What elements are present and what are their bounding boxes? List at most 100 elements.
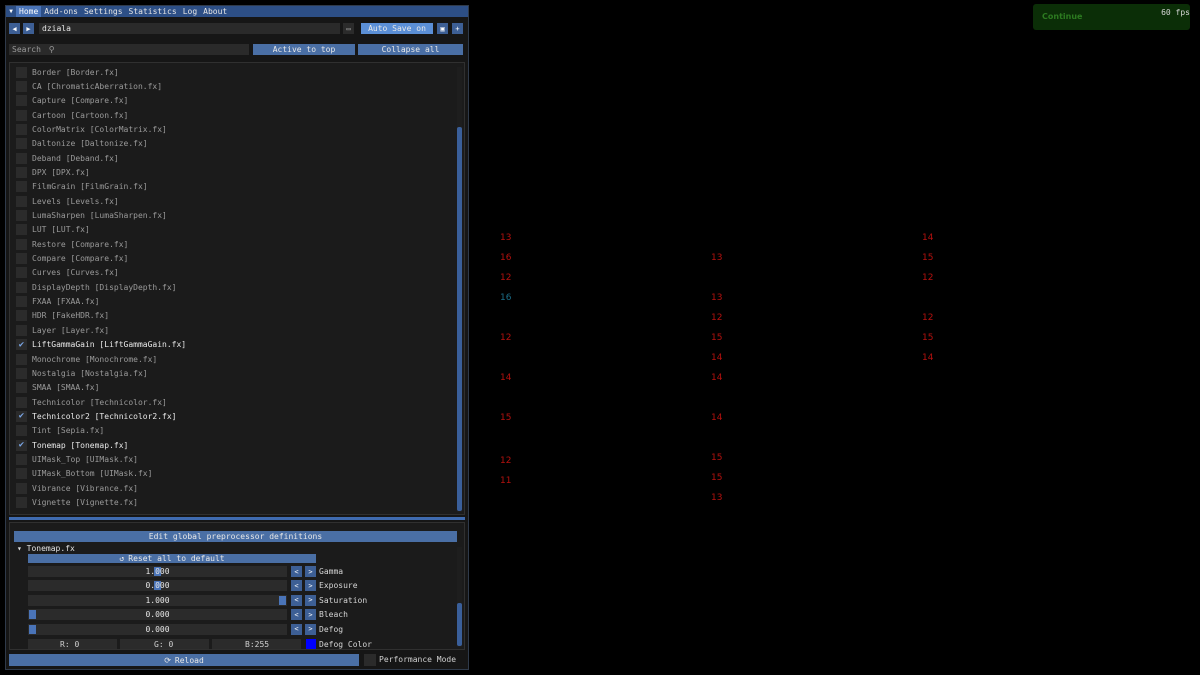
effect-checkbox[interactable] xyxy=(16,353,27,365)
reset-all-button[interactable]: ↺ Reset all to default xyxy=(28,554,316,563)
tab-log[interactable]: Log xyxy=(180,6,200,17)
effect-row[interactable]: DisplayDepth [DisplayDepth.fx] xyxy=(16,281,177,293)
checkmark-icon[interactable]: ✔ xyxy=(16,410,27,422)
color-r-field[interactable]: R: 0 xyxy=(28,639,117,649)
effect-checkbox[interactable] xyxy=(16,281,27,293)
effect-row[interactable]: Levels [Levels.fx] xyxy=(16,195,119,207)
effect-checkbox[interactable] xyxy=(16,166,27,178)
effect-checkbox[interactable] xyxy=(16,123,27,135)
decrement-gamma-button[interactable]: < xyxy=(291,566,302,577)
effect-list-scroll-thumb[interactable] xyxy=(457,127,462,511)
active-to-top-button[interactable]: Active to top xyxy=(253,44,355,55)
slider-knob[interactable] xyxy=(279,595,286,605)
effect-row[interactable]: Deband [Deband.fx] xyxy=(16,152,119,164)
effect-row[interactable]: DPX [DPX.fx] xyxy=(16,166,90,178)
decrement-defog-button[interactable]: < xyxy=(291,623,302,635)
decrement-bleach-button[interactable]: < xyxy=(291,609,302,621)
effect-row[interactable]: HDR [FakeHDR.fx] xyxy=(16,310,109,322)
effect-row[interactable]: ColorMatrix [ColorMatrix.fx] xyxy=(16,123,167,135)
tab-about[interactable]: About xyxy=(200,6,230,17)
preset-name-field[interactable]: dziala xyxy=(39,23,340,34)
checkmark-icon[interactable]: ✔ xyxy=(16,439,27,451)
slider-defog[interactable]: 0.000 xyxy=(28,623,287,635)
collapse-all-button[interactable]: Collapse all xyxy=(358,44,463,55)
checkmark-icon[interactable]: ✔ xyxy=(16,339,27,351)
effect-row[interactable]: LUT [LUT.fx] xyxy=(16,224,90,236)
effect-list-scrollbar[interactable] xyxy=(457,67,462,512)
auto-save-button[interactable]: Auto Save on xyxy=(361,23,433,34)
previous-preset-button[interactable]: ◀ xyxy=(9,23,20,34)
effect-checkbox[interactable] xyxy=(16,453,27,465)
effect-row[interactable]: UIMask_Bottom [UIMask.fx] xyxy=(16,468,152,480)
increment-exposure-button[interactable]: > xyxy=(305,580,316,592)
parameters-panel[interactable]: Edit global preprocessor definitions ▾ T… xyxy=(9,522,465,650)
effect-row[interactable]: Cartoon [Cartoon.fx] xyxy=(16,109,128,121)
decrement-saturation-button[interactable]: < xyxy=(291,594,302,606)
effect-checkbox[interactable] xyxy=(16,267,27,279)
effect-row[interactable]: Border [Border.fx] xyxy=(16,66,119,78)
effect-checkbox[interactable] xyxy=(16,80,27,92)
splitter[interactable] xyxy=(9,517,465,520)
tab-home[interactable]: Home xyxy=(16,6,42,17)
collapse-window-icon[interactable]: ▼ xyxy=(6,6,16,17)
defog-color-swatch[interactable] xyxy=(306,639,316,649)
save-preset-icon[interactable]: ▣ xyxy=(437,23,448,34)
effect-row[interactable]: Technicolor [Technicolor.fx] xyxy=(16,396,167,408)
performance-mode-checkbox[interactable] xyxy=(364,654,376,666)
parameters-scroll-thumb[interactable] xyxy=(457,603,462,646)
effect-checkbox[interactable] xyxy=(16,253,27,265)
effect-checkbox[interactable] xyxy=(16,66,27,78)
effect-row[interactable]: Vignette [Vignette.fx] xyxy=(16,497,138,509)
effect-row[interactable]: Vibrance [Vibrance.fx] xyxy=(16,482,138,494)
effect-row[interactable]: Nostalgia [Nostalgia.fx] xyxy=(16,367,148,379)
increment-gamma-button[interactable]: > xyxy=(305,566,316,577)
increment-saturation-button[interactable]: > xyxy=(305,594,316,606)
effect-checkbox[interactable] xyxy=(16,468,27,480)
effect-checkbox[interactable] xyxy=(16,238,27,250)
effect-checkbox[interactable] xyxy=(16,396,27,408)
slider-knob[interactable] xyxy=(29,610,36,620)
section-header-tonemap[interactable]: ▾ Tonemap.fx xyxy=(17,544,75,554)
slider-knob[interactable] xyxy=(29,624,36,634)
effect-row[interactable]: LumaSharpen [LumaSharpen.fx] xyxy=(16,210,167,222)
effect-row[interactable]: Restore [Compare.fx] xyxy=(16,238,128,250)
folder-icon[interactable]: ▭ xyxy=(343,23,354,34)
next-preset-button[interactable]: ▶ xyxy=(23,23,34,34)
effect-list[interactable]: Border [Border.fx] CA [ChromaticAberratio… xyxy=(9,62,465,515)
effect-checkbox[interactable] xyxy=(16,109,27,121)
effect-checkbox[interactable] xyxy=(16,425,27,437)
effect-row[interactable]: UIMask_Top [UIMask.fx] xyxy=(16,453,138,465)
effect-checkbox[interactable] xyxy=(16,482,27,494)
effect-row[interactable]: Monochrome [Monochrome.fx] xyxy=(16,353,157,365)
effect-checkbox[interactable] xyxy=(16,138,27,150)
effect-checkbox[interactable] xyxy=(16,324,27,336)
add-preset-icon[interactable]: + xyxy=(452,23,463,34)
effect-row[interactable]: Daltonize [Daltonize.fx] xyxy=(16,138,148,150)
effect-row[interactable]: Capture [Compare.fx] xyxy=(16,95,128,107)
effect-row[interactable]: CA [ChromaticAberration.fx] xyxy=(16,80,162,92)
effect-row[interactable]: ✔ LiftGammaGain [LiftGammaGain.fx] xyxy=(16,339,186,351)
color-b-field[interactable]: B:255 xyxy=(212,639,301,649)
search-input[interactable]: Search ⚲ xyxy=(9,44,249,55)
decrement-exposure-button[interactable]: < xyxy=(291,580,302,592)
effect-row[interactable]: Curves [Curves.fx] xyxy=(16,267,119,279)
effect-checkbox[interactable] xyxy=(16,497,27,508)
effect-row[interactable]: Layer [Layer.fx] xyxy=(16,324,109,336)
slider-exposure[interactable]: 0.000 xyxy=(28,580,287,592)
color-g-field[interactable]: G: 0 xyxy=(120,639,209,649)
slider-bleach[interactable]: 0.000 xyxy=(28,609,287,621)
effect-checkbox[interactable] xyxy=(16,224,27,236)
effect-checkbox[interactable] xyxy=(16,210,27,221)
effect-checkbox[interactable] xyxy=(16,367,27,379)
slider-saturation[interactable]: 1.000 xyxy=(28,594,287,606)
effect-checkbox[interactable] xyxy=(16,296,27,308)
effect-row[interactable]: FilmGrain [FilmGrain.fx] xyxy=(16,181,148,193)
tab-statistics[interactable]: Statistics xyxy=(126,6,180,17)
effect-checkbox[interactable] xyxy=(16,310,27,322)
effect-row[interactable]: FXAA [FXAA.fx] xyxy=(16,296,99,308)
parameters-scrollbar[interactable] xyxy=(457,547,462,647)
tab-settings[interactable]: Settings xyxy=(81,6,126,17)
effect-row[interactable]: ✔ Tonemap [Tonemap.fx] xyxy=(16,439,128,451)
effect-checkbox[interactable] xyxy=(16,195,27,207)
effect-row[interactable]: ✔ Technicolor2 [Technicolor2.fx] xyxy=(16,410,177,422)
